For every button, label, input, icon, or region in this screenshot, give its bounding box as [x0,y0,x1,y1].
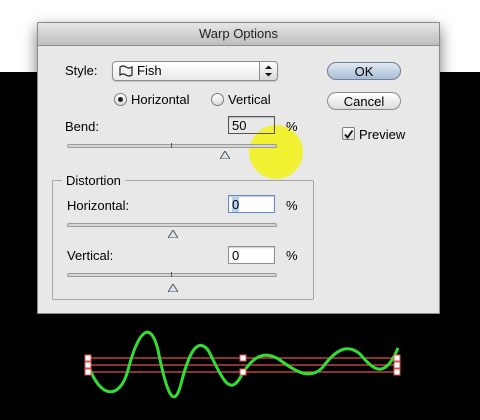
ok-button[interactable]: OK [327,62,401,80]
distortion-vertical-slider-track[interactable] [67,272,277,277]
anchor-handle[interactable] [393,361,401,369]
checkmark-icon [344,129,354,139]
select-arrows-icon [259,62,277,80]
anchor-handle[interactable] [239,368,247,376]
bend-slider-thumb[interactable] [219,147,231,162]
style-label: Style: [65,63,98,78]
distortion-vertical-center-tick [171,272,172,277]
style-select[interactable]: Fish [112,61,278,81]
warped-artwork-preview [84,330,401,399]
horizontal-radio[interactable] [114,93,127,106]
bend-slider-track[interactable] [67,143,277,148]
cancel-button[interactable]: Cancel [327,92,401,110]
distortion-horizontal-label: Horizontal: [67,198,130,213]
anchor-handle[interactable] [393,368,401,376]
fish-warp-icon [119,65,133,80]
bend-unit: % [286,119,298,134]
anchor-handle[interactable] [239,354,247,362]
style-select-value: Fish [137,63,162,78]
vertical-radio[interactable] [211,93,224,106]
distortion-group-title: Distortion [62,173,125,188]
distortion-horizontal-slider-thumb[interactable] [167,226,179,241]
preview-checkbox[interactable] [342,127,355,140]
distortion-vertical-slider-thumb[interactable] [167,280,179,295]
anchor-handle[interactable] [84,361,92,369]
distortion-horizontal-unit: % [286,198,298,213]
distortion-vertical-unit: % [286,248,298,263]
horizontal-radio-label[interactable]: Horizontal [131,92,190,107]
distortion-vertical-input[interactable]: 0 [228,246,275,264]
distortion-horizontal-input[interactable]: 0 [228,195,275,213]
bend-input[interactable]: 50 [228,116,275,134]
warp-options-dialog: Warp Options Style: Fish Horizontal Vert… [37,22,440,314]
preview-label[interactable]: Preview [359,127,405,142]
anchor-handle[interactable] [84,354,92,362]
distortion-vertical-label: Vertical: [67,248,114,263]
vertical-radio-label[interactable]: Vertical [228,92,271,107]
bend-label: Bend: [65,119,99,134]
distortion-horizontal-value: 0 [232,197,240,212]
anchor-handle[interactable] [393,354,401,362]
anchor-handle[interactable] [84,368,92,376]
bend-slider-center-tick [171,143,172,148]
dialog-title: Warp Options [38,23,439,46]
